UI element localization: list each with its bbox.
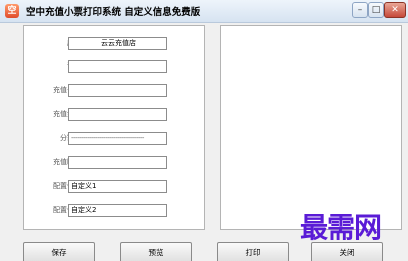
amount-field[interactable] (68, 108, 167, 121)
phone-number-field[interactable] (68, 84, 167, 97)
divider-field[interactable]: ------------------------------------ (68, 132, 167, 145)
close-window-button[interactable]: ✕ (384, 2, 406, 18)
receipt-preview-panel (220, 25, 402, 230)
app-window: 空 空中充值小票打印系统 自定义信息免费版 – □ ✕ 店名： 云云充值店 话费… (0, 0, 408, 261)
title-bar: 空 空中充值小票打印系统 自定义信息免费版 – □ ✕ (0, 0, 408, 23)
carrier-field[interactable] (68, 60, 167, 73)
watermark-logo: 最需网 (300, 211, 382, 244)
config-info-1-field[interactable]: 自定义1 (68, 180, 167, 193)
preview-button[interactable]: 预览 (120, 242, 192, 261)
maximize-button[interactable]: □ (368, 2, 384, 18)
recharge-time-field[interactable] (68, 156, 167, 169)
shop-name-field[interactable]: 云云充值店 (68, 37, 167, 50)
app-icon: 空 (5, 4, 19, 18)
minimize-button[interactable]: – (352, 2, 368, 18)
save-button[interactable]: 保存 (23, 242, 95, 261)
print-button[interactable]: 打印 (217, 242, 289, 261)
form-panel: 店名： 云云充值店 话费商 充值号码： 充值金额： 分割线： ---------… (23, 25, 205, 230)
window-title: 空中充值小票打印系统 自定义信息免费版 (26, 7, 201, 18)
config-info-2-field[interactable]: 自定义2 (68, 204, 167, 217)
